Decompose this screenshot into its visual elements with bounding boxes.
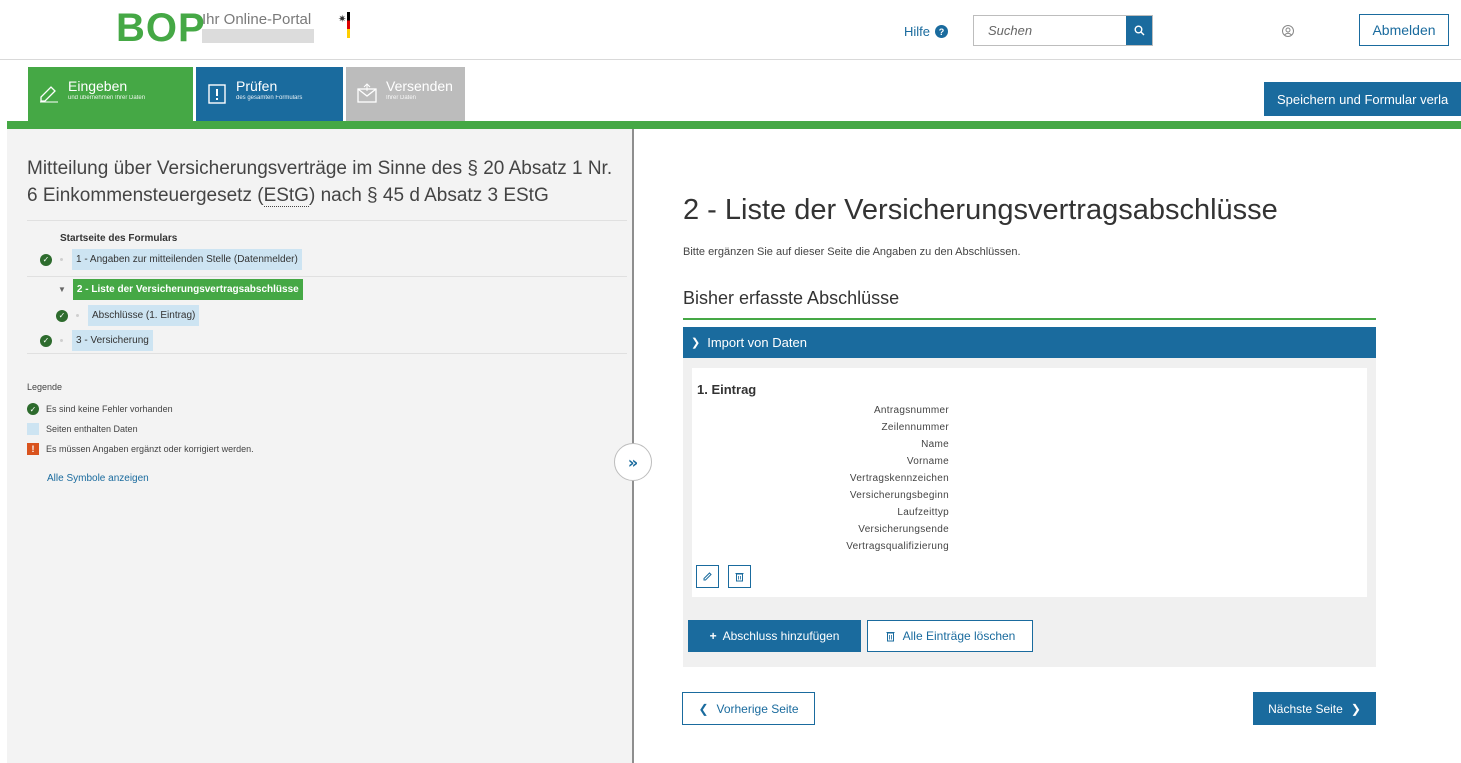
check-circle-icon: ✓	[40, 334, 52, 347]
check-circle-icon: ✓	[27, 403, 39, 415]
previous-page-label: Vorherige Seite	[716, 701, 799, 716]
nav-item-label: 2 - Liste der Versicherungsvertragsabsch…	[72, 279, 303, 300]
entry-field-label: Vertragsqualifizierung	[846, 541, 949, 552]
divider	[27, 276, 627, 277]
edit-entry-button[interactable]	[696, 565, 719, 588]
next-page-button[interactable]: Nächste Seite ❯	[1253, 692, 1376, 725]
legend-no-errors: ✓ Es sind keine Fehler vorhanden	[27, 403, 173, 415]
step-title: Prüfen	[236, 78, 278, 94]
step-eingeben[interactable]: Eingeben und übernehmen Ihrer Daten	[28, 67, 193, 128]
step-title: Versenden	[386, 78, 453, 94]
step-subtitle: des gesamten Formulars	[236, 95, 303, 101]
portal-user-redacted	[202, 29, 314, 43]
step-pruefen[interactable]: Prüfen des gesamten Formulars	[196, 67, 343, 122]
pencil-icon	[703, 572, 712, 581]
logout-button[interactable]: Abmelden	[1359, 14, 1449, 46]
page-title: 2 - Liste der Versicherungsvertragsabsch…	[683, 194, 1278, 226]
chevron-left-icon: ❮	[698, 701, 709, 716]
add-label: Abschluss hinzufügen	[722, 629, 840, 643]
check-document-icon	[208, 84, 226, 104]
section-title: Bisher erfasste Abschlüsse	[683, 288, 900, 308]
top-header: BOP Ihr Online-Portal ✷ Hilfe ? Abmelden	[0, 0, 1461, 60]
nav-item-1[interactable]: ✓ 1 - Angaben zur mitteilenden Stelle (D…	[40, 249, 302, 270]
form-navigation-pane: Mitteilung über Versicherungsverträge im…	[7, 129, 634, 763]
search-input[interactable]	[974, 16, 1126, 45]
dot-icon	[60, 258, 63, 261]
entry-field-label: Versicherungsende	[858, 524, 949, 535]
help-label: Hilfe	[904, 24, 931, 39]
page-intro: Bitte ergänzen Sie auf dieser Seite die …	[683, 246, 1021, 258]
collapse-toggle-icon[interactable]: »	[614, 443, 652, 481]
entry-title: 1. Eintrag	[697, 382, 757, 397]
divider	[27, 353, 627, 354]
dot-icon	[76, 314, 79, 317]
nav-item-2[interactable]: ▼ 2 - Liste der Versicherungsvertragsabs…	[58, 279, 303, 300]
delete-all-entries-button[interactable]: Alle Einträge löschen	[867, 620, 1033, 652]
chevron-right-icon: ❯	[691, 337, 701, 349]
caret-down-icon: ▼	[58, 285, 66, 294]
step-subtitle: und übernehmen Ihrer Daten	[68, 95, 146, 101]
check-circle-icon: ✓	[56, 309, 68, 322]
dot-icon	[60, 339, 63, 342]
eagle-icon: ✷	[338, 14, 347, 25]
entry-field-label: Antragsnummer	[873, 405, 949, 416]
legend-needs-fix: ! Es müssen Angaben ergänzt oder korrigi…	[27, 443, 254, 455]
entry-field-label: Vorname	[906, 456, 949, 467]
nav-item-3[interactable]: ✓ 3 - Versicherung	[40, 330, 153, 351]
step-title: Eingeben	[68, 78, 128, 94]
previous-page-button[interactable]: ❮ Vorherige Seite	[682, 692, 815, 725]
entry-field-label: Laufzeittyp	[897, 507, 949, 518]
legend-has-data: Seiten enthalten Daten	[27, 423, 138, 435]
entry-field-label: Name	[921, 439, 949, 450]
trash-icon	[886, 632, 895, 642]
entry-field-label: Versicherungsbeginn	[849, 490, 949, 501]
next-page-label: Nächste Seite	[1268, 701, 1343, 716]
plus-icon: +	[709, 629, 717, 643]
pencil-edit-icon	[40, 86, 58, 103]
help-link[interactable]: Hilfe ?	[904, 24, 949, 39]
legend-text: Es müssen Angaben ergänzt oder korrigier…	[46, 444, 254, 454]
legend-text: Es sind keine Fehler vorhanden	[46, 404, 173, 414]
estg-abbreviation[interactable]: EStG	[263, 185, 309, 207]
envelope-icon	[357, 83, 377, 103]
check-circle-icon: ✓	[40, 253, 52, 266]
delete-all-label: Alle Einträge löschen	[902, 629, 1016, 643]
form-title-part2: ) nach § 45 d Absatz 3 EStG	[308, 185, 549, 206]
search-button[interactable]	[1126, 16, 1152, 45]
step-subtitle: Ihrer Daten	[386, 95, 417, 101]
legend-text: Seiten enthalten Daten	[46, 424, 138, 434]
form-title: Mitteilung über Versicherungsverträge im…	[27, 155, 627, 209]
step-bar-divider	[7, 121, 1461, 129]
chevron-right-icon: ❯	[1350, 701, 1361, 716]
entry-field-label: Zeilennummer	[881, 422, 949, 433]
save-and-leave-button[interactable]: Speichern und Formular verla	[1264, 82, 1461, 116]
import-label: Import von Daten	[707, 335, 807, 350]
import-data-toggle[interactable]: ❯ Import von Daten	[683, 327, 1376, 358]
portal-name: Ihr Online-Portal	[202, 11, 312, 28]
blue-swatch-icon	[27, 423, 39, 435]
nav-item-label: 3 - Versicherung	[72, 330, 153, 351]
section-divider	[683, 318, 1376, 320]
nav-item-label: Abschlüsse (1. Eintrag)	[88, 305, 200, 326]
trash-icon	[735, 573, 744, 582]
nav-item-label: 1 - Angaben zur mitteilenden Stelle (Dat…	[72, 249, 302, 270]
help-icon: ?	[935, 25, 949, 38]
nav-item-2-1[interactable]: ✓ Abschlüsse (1. Eintrag)	[56, 305, 200, 326]
show-all-symbols-link[interactable]: Alle Symbole anzeigen	[47, 473, 149, 484]
add-contract-button[interactable]: + Abschluss hinzufügen	[688, 620, 861, 652]
search-icon	[1134, 25, 1144, 36]
entry-card	[692, 368, 1367, 597]
bop-logo[interactable]: BOP	[116, 6, 206, 51]
search-box	[973, 15, 1153, 46]
user-icon[interactable]	[1281, 24, 1295, 38]
bmf-logo: ✷	[338, 12, 390, 38]
divider	[27, 220, 627, 221]
nav-start-page[interactable]: Startseite des Formulars	[60, 233, 177, 244]
delete-entry-button[interactable]	[728, 565, 751, 588]
step-versenden[interactable]: Versenden Ihrer Daten	[346, 67, 465, 122]
german-flag-icon	[347, 12, 350, 38]
entry-field-label: Vertragskennzeichen	[849, 473, 949, 484]
legend-title: Legende	[27, 382, 63, 392]
warning-icon: !	[27, 443, 39, 455]
